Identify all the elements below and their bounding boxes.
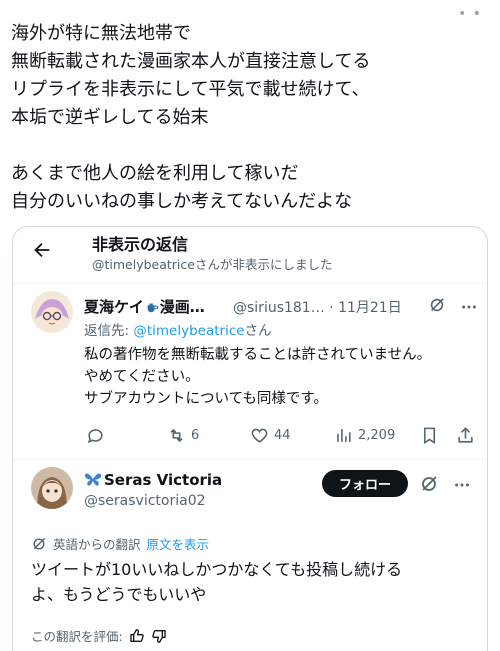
- main-text-line: リプライを非表示にして平気で載せ続けて、: [11, 79, 370, 100]
- retweet-count: 6: [191, 427, 200, 443]
- translated-from-label: 英語からの翻訳: [53, 537, 141, 552]
- handle-and-date[interactable]: @sirius181… · 11月21日: [233, 297, 402, 317]
- retweet-button[interactable]: 6: [167, 425, 199, 445]
- handle[interactable]: @serasvictoria02: [84, 493, 206, 509]
- butterfly-icon: [84, 473, 102, 486]
- grok-icon[interactable]: [428, 296, 446, 314]
- tweet1-body: 私の著作物を無断転載することは許されていません。 やめてください。 サブアカウン…: [84, 344, 431, 410]
- reply-icon: [87, 428, 103, 443]
- like-count: 44: [274, 427, 291, 443]
- post-main-text: 海外が特に無法地帯で 無断転載された漫画家本人が直接注意してる リプライを非表示…: [11, 20, 481, 216]
- more-icon[interactable]: [453, 476, 471, 494]
- tweet1-actions: 6 44 2,209: [84, 425, 474, 447]
- display-name[interactable]: Seras Victoria: [84, 471, 222, 489]
- rate-translation: この翻訳を評価:: [31, 626, 167, 645]
- avatar[interactable]: [31, 291, 73, 333]
- page-subtitle: @timelybeatriceさんが非表示にしました: [92, 257, 333, 272]
- tweet1-line: 私の著作物を無断転載することは許されていません。: [84, 347, 432, 363]
- share-icon: [458, 426, 473, 443]
- show-original-link[interactable]: 原文を表示: [147, 534, 210, 553]
- grok-icon: [33, 537, 46, 550]
- back-arrow-icon[interactable]: [31, 239, 53, 261]
- avatar[interactable]: [31, 467, 73, 509]
- more-icon[interactable]: [460, 298, 478, 316]
- tweet2-body: ツイートが10いいねしかつかなくても投稿し続ける よ、もうどうでもいいや: [31, 557, 402, 607]
- tweet1-line: やめてください。: [84, 369, 200, 385]
- reply-to-line: 返信先: @timelybeatriceさん: [84, 323, 272, 339]
- tweet1-header: 夏海ケイ 漫画… @sirius181… · 11月21日: [84, 296, 476, 317]
- translation-info: 英語からの翻訳 原文を表示: [31, 534, 209, 553]
- hidden-replies-card: 非表示の返信 @timelybeatriceさんが非表示にしました 夏海ケイ 漫画…: [12, 226, 488, 651]
- bookmark-icon: [423, 427, 436, 444]
- share-button[interactable]: [456, 425, 475, 445]
- views-count: 2,209: [358, 427, 396, 443]
- retweet-icon: [170, 428, 183, 442]
- reply-button[interactable]: [86, 425, 110, 445]
- teapot-icon: [147, 303, 158, 313]
- thumbs-down-icon[interactable]: [151, 628, 167, 644]
- thumbs-up-icon[interactable]: [129, 628, 145, 644]
- tweet2-line: ツイートが10いいねしかつかなくても投稿し続ける: [31, 560, 403, 579]
- rate-label: この翻訳を評価:: [31, 629, 123, 644]
- tweet2-line: よ、もうどうでもいいや: [31, 585, 207, 604]
- divider: [13, 459, 487, 460]
- views-button[interactable]: 2,209: [334, 425, 395, 445]
- heart-icon: [251, 428, 268, 443]
- follow-button[interactable]: フォロー: [322, 470, 408, 497]
- bookmark-button[interactable]: [420, 425, 439, 445]
- main-text-line: 海外が特に無法地帯で: [11, 23, 191, 44]
- like-button[interactable]: 44: [250, 425, 291, 445]
- main-text-line: あくまで他人の絵を利用して稼いだ: [11, 163, 299, 184]
- views-chart-icon: [337, 428, 351, 442]
- main-text-line: 自分のいいねの事しか考えてないんだよな: [11, 191, 353, 212]
- page-title: 非表示の返信: [92, 235, 189, 254]
- reply-mention-link[interactable]: @timelybeatrice: [133, 323, 244, 339]
- main-text-line: 本垢で逆ギレしてる始末: [11, 107, 209, 128]
- main-text-line: 無断転載された漫画家本人が直接注意してる: [11, 51, 371, 72]
- display-name[interactable]: 夏海ケイ 漫画…: [84, 298, 205, 316]
- tweet1-line: サブアカウントについても同様です。: [84, 391, 328, 407]
- card-header: 非表示の返信 @timelybeatriceさんが非表示にしました: [13, 227, 487, 283]
- divider: [13, 283, 487, 284]
- grok-icon[interactable]: [419, 474, 439, 494]
